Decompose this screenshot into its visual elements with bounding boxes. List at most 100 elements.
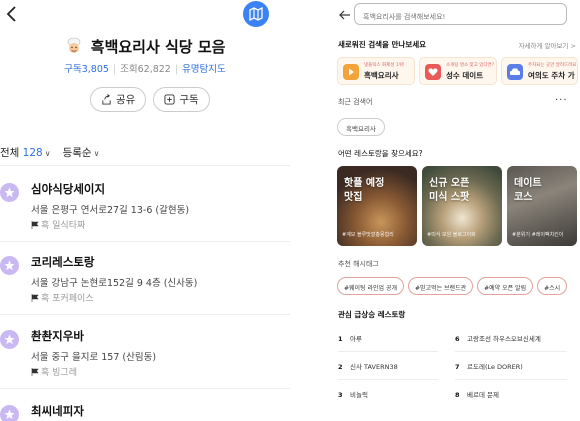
recent-search-chip[interactable]: 흑백요리사 [337, 118, 385, 136]
hashtag-chip[interactable]: #스시 [537, 277, 568, 295]
theme-title: 핫플 예정 맛집 [344, 178, 385, 203]
chevron-down-icon: ∨ [93, 149, 100, 158]
star-icon [0, 330, 19, 349]
hashtag-row: #웨이팅 라인업 공개 #믿고먹는 브랜드관 #예약 오픈 알림 #스시 [337, 277, 568, 295]
plus-box-icon [164, 94, 175, 105]
divider [0, 165, 290, 166]
learn-more-link[interactable]: 자세하게 알아보기 > [519, 40, 576, 50]
map-icon [249, 7, 263, 21]
rank-number: 1 [338, 335, 343, 343]
rank-item[interactable]: 6 고랑조선 하우스오브신세계 [455, 333, 541, 343]
new-search-card[interactable]: 주차되는 곳만 알려드려요 여의도 주차 가 [501, 57, 578, 85]
place-tag-label: 흑 빙그레 [41, 368, 77, 378]
flag-icon [31, 220, 39, 229]
page-title: 흑백요리사 식당 모음 [90, 38, 226, 56]
trending-heading: 관심 급상승 레스토랑 [338, 310, 406, 319]
place-address: 서울 강남구 논현로152길 9 4층 (신사동) [31, 278, 198, 289]
new-search-heading: 새로워진 검색을 만나보세요 [338, 40, 427, 49]
share-icon [102, 94, 111, 105]
divider [0, 388, 290, 389]
subscribe-button[interactable]: 구독 [153, 87, 210, 112]
search-input[interactable] [354, 3, 567, 25]
hashtag-chip[interactable]: #예약 오픈 알림 [477, 277, 534, 295]
popular-link[interactable]: 유명탐지도 [182, 64, 226, 75]
theme-hashtags: #분위기 #레이팩치킨이 [512, 232, 564, 238]
theme-card[interactable]: 핫플 예정 맛집 #계모 블루맛깔총몽합리 [337, 166, 417, 246]
rank-number: 7 [455, 363, 460, 371]
heart-icon [425, 64, 441, 80]
theme-title: 데이트 코스 [514, 178, 542, 203]
rank-name: 비놀릭 [350, 391, 368, 399]
rank-number: 6 [455, 335, 460, 343]
place-tag: 흑 포커페이스 [31, 291, 94, 304]
list-panel: 흑백요리사 식당 모음 구독3,805 | 조회62,822 | 유명탐지도 공유 구독… [0, 0, 290, 421]
rank-name: 베르데 문제 [467, 391, 499, 399]
chevron-down-icon: ∨ [44, 149, 51, 158]
all-filter-label: 전체 [0, 147, 20, 159]
place-tag-label: 흑 일식타짜 [41, 221, 86, 231]
sort-dropdown[interactable]: 등록순 ∨ [63, 145, 100, 160]
star-icon [0, 183, 19, 202]
divider [0, 314, 290, 315]
action-buttons: 공유 구독 [90, 87, 210, 112]
list-title-row: 흑백요리사 식당 모음 [0, 36, 290, 57]
more-options-icon[interactable]: ··· [555, 95, 568, 106]
rank-name: 르도레(Le DORER) [467, 363, 523, 371]
rank-number: 3 [338, 391, 343, 399]
back-arrow-icon[interactable] [338, 8, 352, 22]
place-address: 서울 은평구 연서로27길 13-6 (갈현동) [31, 205, 190, 216]
theme-hashtags: #계모 블루맛깔총몽합리 [342, 232, 394, 238]
rank-item[interactable]: 2 신사 TAVERN38 [338, 361, 398, 371]
subscribe-label: 구독 [179, 94, 199, 106]
hashtag-heading: 추천 해시태그 [338, 260, 379, 268]
place-name: 코리레스토랑 [31, 255, 95, 269]
divider [455, 379, 567, 380]
search-panel: 새로워진 검색을 만나보세요 자세하게 알아보기 > 넷플릭스 화제성 1위! … [335, 0, 580, 421]
recent-search-heading: 최근 검색어 [338, 98, 373, 106]
card-title: 흑백요리사 [364, 71, 399, 80]
back-arrow-icon[interactable] [2, 4, 22, 24]
place-tag-label: 흑 포커페이스 [41, 294, 94, 304]
rank-name: 고랑조선 하우스오브신세계 [467, 335, 541, 343]
share-label: 공유 [116, 94, 136, 106]
rank-item[interactable]: 8 베르데 문제 [455, 389, 499, 399]
divider [338, 351, 438, 352]
place-address: 서울 중구 을지로 157 (산림동) [31, 352, 157, 363]
rank-number: 2 [338, 363, 343, 371]
share-button[interactable]: 공유 [90, 87, 147, 112]
theme-card[interactable]: 데이트 코스 #분위기 #레이팩치킨이 [507, 166, 577, 246]
theme-card[interactable]: 신규 오픈 미식 스팟 #미식 모임 블로그이화 [422, 166, 502, 246]
hashtag-chip[interactable]: #웨이팅 라인업 공개 [337, 277, 405, 295]
card-subtitle: 넷플릭스 화제성 1위! [364, 63, 405, 68]
card-title: 성수 데이트 [446, 71, 484, 80]
new-search-cards: 넷플릭스 화제성 1위! 흑백요리사 소개팅 명소 찾고 있다면? 성수 데이트… [337, 57, 578, 85]
place-name: 촨촨지우바 [31, 329, 84, 343]
hashtag-chip[interactable]: #믿고먹는 브랜드관 [408, 277, 474, 295]
new-search-card[interactable]: 넷플릭스 화제성 1위! 흑백요리사 [337, 57, 415, 85]
flag-icon [31, 367, 39, 376]
card-subtitle: 소개팅 명소 찾고 있다면? [446, 63, 495, 68]
divider [455, 351, 567, 352]
star-icon [0, 405, 19, 421]
total-count: 128 [22, 147, 43, 159]
all-filter[interactable]: 전체 128 ∨ [0, 145, 51, 160]
card-title: 여의도 주차 가 [528, 71, 575, 80]
rank-item[interactable]: 7 르도레(Le DORER) [455, 361, 523, 371]
new-search-card[interactable]: 소개팅 명소 찾고 있다면? 성수 데이트 [419, 57, 497, 85]
star-icon [0, 256, 19, 275]
map-view-button[interactable] [243, 1, 269, 27]
divider [0, 241, 290, 242]
place-name: 심야식당세이지 [31, 182, 106, 196]
find-restaurant-heading: 어떤 레스토랑을 찾으세요? [338, 149, 423, 158]
theme-title: 신규 오픈 미식 스팟 [429, 178, 470, 203]
view-count: 조회62,822 [120, 64, 171, 75]
place-name: 최씨네피자 [31, 404, 84, 418]
divider [338, 379, 438, 380]
rank-item[interactable]: 1 아루 [338, 333, 362, 343]
rank-item[interactable]: 3 비놀릭 [338, 389, 368, 399]
rank-name: 신사 TAVERN38 [350, 363, 398, 371]
car-icon [507, 64, 523, 80]
card-subtitle: 주차되는 곳만 알려드려요 [528, 63, 577, 68]
play-icon [343, 64, 359, 80]
rank-name: 아루 [350, 335, 362, 343]
